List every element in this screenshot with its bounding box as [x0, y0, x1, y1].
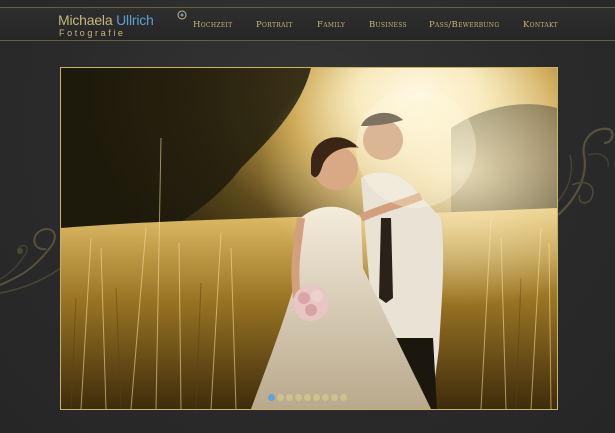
slide-dot[interactable] — [313, 394, 320, 401]
slide-dot[interactable] — [286, 394, 293, 401]
slideshow-pagination — [268, 394, 347, 402]
nav-item-business[interactable]: Business — [369, 20, 407, 30]
slideshow-photo[interactable] — [61, 68, 557, 409]
slide-dot[interactable] — [304, 394, 311, 401]
nav-item-portrait[interactable]: Portrait — [256, 20, 293, 30]
nav-item-kontakt[interactable]: Kontakt — [523, 20, 558, 30]
nav-item-family[interactable]: Family — [317, 20, 345, 30]
decorative-swirl-right — [551, 127, 614, 216]
slide-dot[interactable] — [277, 394, 284, 401]
nav-item-hochzeit[interactable]: Hochzeit — [193, 20, 232, 30]
slideshow-frame — [60, 67, 558, 410]
slide-dot[interactable] — [340, 394, 347, 401]
nav-item-pass-bewerbung[interactable]: Pass/Bewerbung — [429, 20, 499, 30]
slide-dot[interactable] — [268, 394, 275, 401]
header-bar: Michaela Ullrich Fotografie Hochzeit Por… — [0, 7, 615, 41]
slide-dot[interactable] — [295, 394, 302, 401]
slide-dot[interactable] — [331, 394, 338, 401]
main-navigation: Hochzeit Portrait Family Business Pass/B… — [0, 8, 615, 42]
page: Michaela Ullrich Fotografie Hochzeit Por… — [0, 0, 615, 433]
slide-dot[interactable] — [322, 394, 329, 401]
